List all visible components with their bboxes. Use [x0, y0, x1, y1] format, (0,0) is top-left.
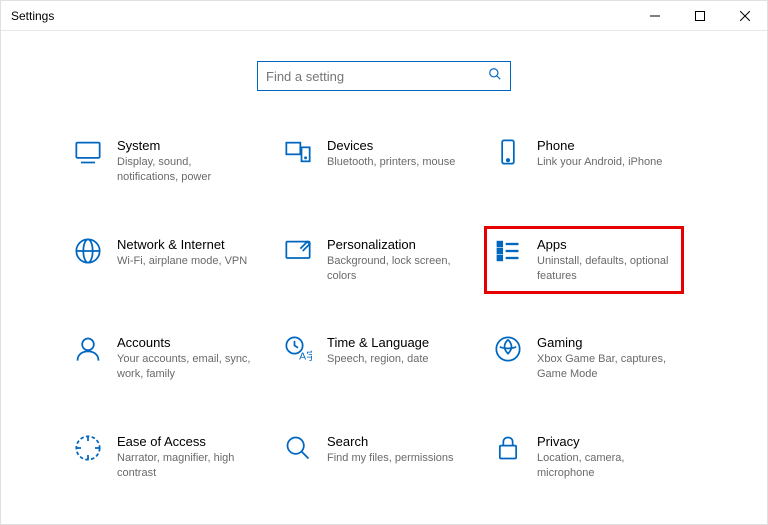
tile-phone[interactable]: Phone Link your Android, iPhone	[484, 127, 684, 196]
tile-title: System	[117, 138, 255, 153]
time-language-icon: A字	[283, 335, 313, 365]
tile-desc: Speech, region, date	[327, 352, 429, 367]
tile-title: Personalization	[327, 237, 465, 252]
tile-time-language[interactable]: A字 Time & Language Speech, region, date	[274, 324, 474, 393]
window-title: Settings	[11, 9, 54, 23]
tile-desc: Location, camera, microphone	[537, 451, 675, 481]
tile-title: Network & Internet	[117, 237, 247, 252]
close-button[interactable]	[722, 1, 767, 31]
svg-text:A字: A字	[299, 350, 312, 363]
titlebar: Settings	[1, 1, 767, 31]
tile-title: Phone	[537, 138, 662, 153]
tile-desc: Bluetooth, printers, mouse	[327, 155, 455, 170]
maximize-button[interactable]	[677, 1, 722, 31]
tile-desc: Narrator, magnifier, high contrast	[117, 451, 255, 481]
tile-title: Devices	[327, 138, 455, 153]
tile-desc: Wi-Fi, airplane mode, VPN	[117, 254, 247, 269]
tile-desc: Your accounts, email, sync, work, family	[117, 352, 255, 382]
tile-title: Privacy	[537, 434, 675, 449]
tile-desc: Find my files, permissions	[327, 451, 454, 466]
tile-privacy[interactable]: Privacy Location, camera, microphone	[484, 423, 684, 492]
person-icon	[73, 335, 103, 365]
tile-search[interactable]: Search Find my files, permissions	[274, 423, 474, 492]
tile-title: Apps	[537, 237, 675, 252]
gaming-icon	[493, 335, 523, 365]
tile-title: Gaming	[537, 335, 675, 350]
accessibility-icon	[73, 434, 103, 464]
magnifier-icon	[283, 434, 313, 464]
tile-desc: Xbox Game Bar, captures, Game Mode	[537, 352, 675, 382]
tile-title: Ease of Access	[117, 434, 255, 449]
tile-system[interactable]: System Display, sound, notifications, pow…	[64, 127, 264, 196]
tile-personalization[interactable]: Personalization Background, lock screen, …	[274, 226, 474, 295]
settings-grid: System Display, sound, notifications, pow…	[64, 127, 704, 525]
minimize-button[interactable]	[632, 1, 677, 31]
tile-accounts[interactable]: Accounts Your accounts, email, sync, work…	[64, 324, 264, 393]
search-box[interactable]	[257, 61, 511, 91]
tile-desc: Background, lock screen, colors	[327, 254, 465, 284]
tile-title: Search	[327, 434, 454, 449]
tile-apps[interactable]: Apps Uninstall, defaults, optional featur…	[484, 226, 684, 295]
devices-icon	[283, 138, 313, 168]
tile-gaming[interactable]: Gaming Xbox Game Bar, captures, Game Mode	[484, 324, 684, 393]
tile-devices[interactable]: Devices Bluetooth, printers, mouse	[274, 127, 474, 196]
globe-icon	[73, 237, 103, 267]
paint-icon	[283, 237, 313, 267]
search-container	[1, 61, 767, 91]
system-icon	[73, 138, 103, 168]
apps-icon	[493, 237, 523, 267]
search-input[interactable]	[266, 69, 488, 84]
window-controls	[632, 1, 767, 31]
tile-title: Accounts	[117, 335, 255, 350]
tile-ease-of-access[interactable]: Ease of Access Narrator, magnifier, high …	[64, 423, 264, 492]
content-area: System Display, sound, notifications, pow…	[1, 31, 767, 525]
tile-desc: Display, sound, notifications, power	[117, 155, 255, 185]
phone-icon	[493, 138, 523, 168]
lock-icon	[493, 434, 523, 464]
tile-desc: Link your Android, iPhone	[537, 155, 662, 170]
tile-desc: Uninstall, defaults, optional features	[537, 254, 675, 284]
search-icon	[488, 67, 502, 86]
tile-network[interactable]: Network & Internet Wi-Fi, airplane mode, …	[64, 226, 264, 295]
tile-title: Time & Language	[327, 335, 429, 350]
